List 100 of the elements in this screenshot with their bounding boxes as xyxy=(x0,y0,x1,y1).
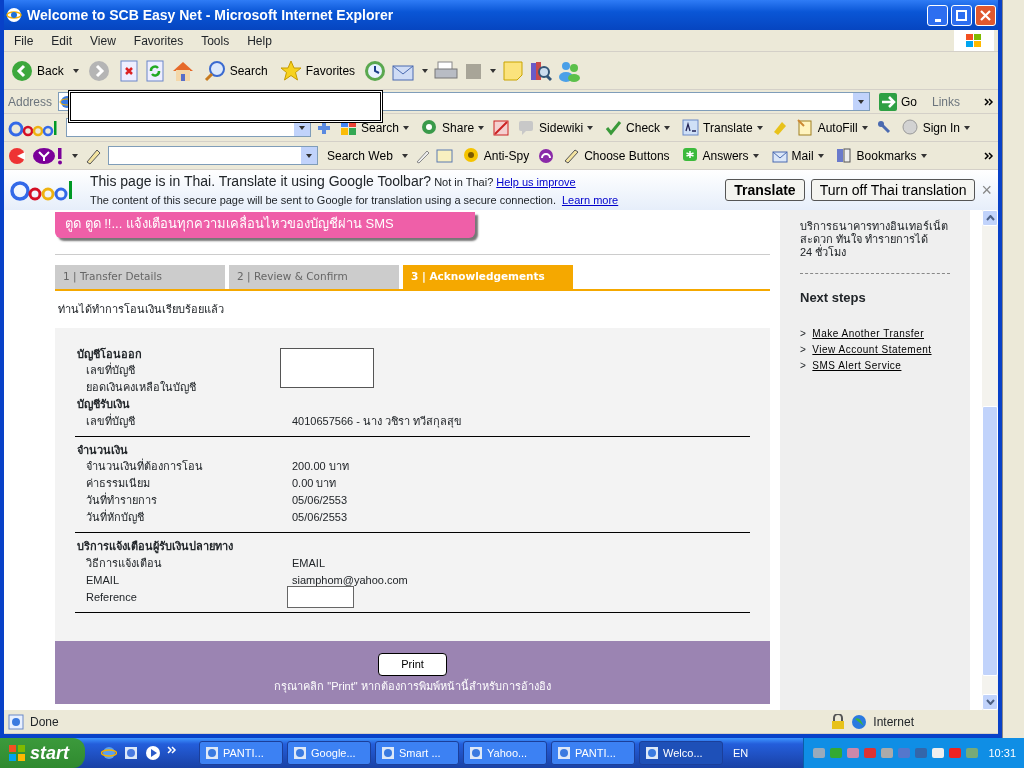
translate-icon xyxy=(682,119,700,136)
printer-icon[interactable] xyxy=(434,59,459,82)
ie-logo-icon[interactable] xyxy=(101,745,117,761)
translate-button[interactable]: Translate xyxy=(725,179,805,201)
toolbar-button[interactable]: Choose Buttons xyxy=(560,146,673,165)
toolbar-button[interactable]: Bookmarks xyxy=(832,146,930,165)
chevron-icon[interactable] xyxy=(984,96,994,107)
group-heading: บริการแจ้งเตือนผู้รับเงินปลายทาง xyxy=(77,539,234,555)
toolbar-button[interactable]: Share xyxy=(418,118,488,137)
taskbar-button[interactable]: PANTI... xyxy=(199,741,283,765)
play-icon[interactable] xyxy=(145,745,161,761)
sidebar-link[interactable]: SMS Alert Service xyxy=(812,357,902,374)
step-tab[interactable]: 2 | Review & Confirm xyxy=(229,265,399,289)
scroll-thumb[interactable] xyxy=(982,406,998,676)
print-button[interactable]: Print xyxy=(378,652,447,676)
promo-banner: ตูด ตูด !!... แจ้งเตือนทุกความเคลื่อนไหวของบัญชีผ่าน SMS xyxy=(55,212,475,238)
menu-item[interactable]: Tools xyxy=(195,31,236,50)
sidebar-link[interactable]: Make Another Transfer xyxy=(812,325,924,342)
field-value: siamphom@yahoo.com xyxy=(292,572,408,588)
go-button[interactable]: Go xyxy=(875,92,920,111)
confirmation-message: ท่านได้ทำการโอนเงินเรียบร้อยแล้ว xyxy=(57,302,225,317)
search-web-button[interactable]: Search Web xyxy=(324,146,396,165)
step-tab[interactable]: 1 | Transfer Details xyxy=(55,265,225,289)
document-icon[interactable] xyxy=(123,745,139,761)
chevron-icon[interactable] xyxy=(984,150,994,161)
field-value: 05/06/2553 xyxy=(292,510,348,526)
maximize-button[interactable] xyxy=(951,4,972,26)
windows-flag-icon xyxy=(965,32,983,49)
language-indicator[interactable]: EN xyxy=(733,744,749,762)
sidebar-link[interactable]: View Account Statement xyxy=(812,341,932,358)
minimize-icon xyxy=(934,18,941,22)
bullet-marker: > xyxy=(800,326,807,341)
menu-item[interactable]: Favorites xyxy=(127,31,190,50)
pacman-icon[interactable] xyxy=(8,146,26,165)
taskbar-button[interactable]: Google... xyxy=(287,741,371,765)
plus-icon[interactable] xyxy=(317,120,331,135)
field-label: วันที่หักบัญชี xyxy=(85,509,145,526)
field-label: Reference xyxy=(85,589,138,605)
field-label: EMAIL xyxy=(85,572,120,588)
scroll-down-button[interactable] xyxy=(982,694,998,710)
caret-icon[interactable] xyxy=(857,99,864,104)
caret-icon[interactable] xyxy=(422,68,429,73)
page-icon xyxy=(8,713,24,730)
search-button[interactable]: Search xyxy=(200,59,271,82)
refresh-icon[interactable] xyxy=(144,59,165,82)
field-label: ยอดเงินคงเหลือในบัญชี xyxy=(85,380,197,396)
taskbar-button[interactable]: PANTI... xyxy=(551,741,635,765)
research-icon[interactable] xyxy=(530,59,553,82)
menu-item[interactable]: File xyxy=(8,31,40,50)
yahoo-search-field[interactable] xyxy=(108,146,318,165)
back-button[interactable]: Back xyxy=(8,59,67,82)
caret-icon[interactable] xyxy=(72,68,79,73)
toolbar-button[interactable]: AutoFill xyxy=(793,118,871,137)
history-icon[interactable] xyxy=(364,59,387,82)
print-note: กรุณาคลิก "Print" หากต้องการพิมพ์หน้านี้สำหรับการอ้างอิง xyxy=(274,678,551,694)
minimize-button[interactable] xyxy=(927,4,948,26)
search-icon xyxy=(203,59,226,82)
learn-more-link[interactable]: Learn more xyxy=(561,192,619,209)
padlock-icon xyxy=(831,713,846,730)
menu-item[interactable]: Edit xyxy=(45,31,79,50)
taskbar-button[interactable]: Smart ... xyxy=(375,741,459,765)
caret-icon[interactable] xyxy=(490,68,497,73)
taskbar-button[interactable]: Yahoo... xyxy=(463,741,547,765)
wrench-icon[interactable] xyxy=(876,119,893,136)
toolbar-button[interactable]: Sidewiki xyxy=(515,118,597,137)
help-link[interactable]: Help us improve xyxy=(496,174,576,191)
field-label: ค่าธรรมเนียม xyxy=(85,476,151,492)
dropdown-button[interactable] xyxy=(301,147,317,164)
dropdown-button[interactable] xyxy=(852,93,869,110)
stop-icon[interactable] xyxy=(118,59,139,82)
blocked-icon[interactable] xyxy=(493,119,510,136)
check-icon xyxy=(605,119,623,136)
links-label[interactable]: Links xyxy=(932,92,960,111)
toolbar-button[interactable]: Mail xyxy=(767,146,827,165)
toolbar-button[interactable]: Check xyxy=(602,118,674,137)
menu-item[interactable]: Help xyxy=(241,31,278,50)
turn-off-button[interactable]: Turn off Thai translation xyxy=(810,179,976,201)
favorites-button[interactable]: Favorites xyxy=(276,59,359,82)
toolbar-button[interactable]: Sign In xyxy=(898,118,974,137)
caret-icon[interactable] xyxy=(306,153,312,158)
toolbar-button[interactable]: Anti-Spy xyxy=(459,146,533,165)
reference-field[interactable] xyxy=(287,586,354,608)
scrollbar[interactable] xyxy=(982,210,998,710)
field-label: วิธีการแจ้งเตือน xyxy=(85,555,163,571)
tray-icon[interactable] xyxy=(931,746,946,760)
caret-icon[interactable] xyxy=(72,153,78,158)
headphones-icon[interactable] xyxy=(538,147,555,164)
promo-text: บริการธนาคารทางอินเทอร์เน็ต สะดวก ทันใจ ทำรายการได้ 24 ชั่วโมง xyxy=(800,220,950,274)
scroll-up-button[interactable] xyxy=(982,210,998,226)
start-button[interactable]: start xyxy=(0,738,85,768)
menu-item[interactable]: View xyxy=(84,31,122,50)
taskbar-button[interactable]: Welco... xyxy=(639,741,723,765)
field-value: 200.00 บาท xyxy=(292,459,349,475)
status-text: Done xyxy=(30,713,59,731)
toolbar-button[interactable]: Translate xyxy=(679,118,766,137)
close-button[interactable] xyxy=(975,4,996,26)
field-value: 0.00 บาท xyxy=(292,476,337,492)
toolbar-button[interactable]: Answers xyxy=(678,146,762,165)
arrow-icon xyxy=(878,92,897,111)
caret-icon[interactable] xyxy=(401,153,408,158)
